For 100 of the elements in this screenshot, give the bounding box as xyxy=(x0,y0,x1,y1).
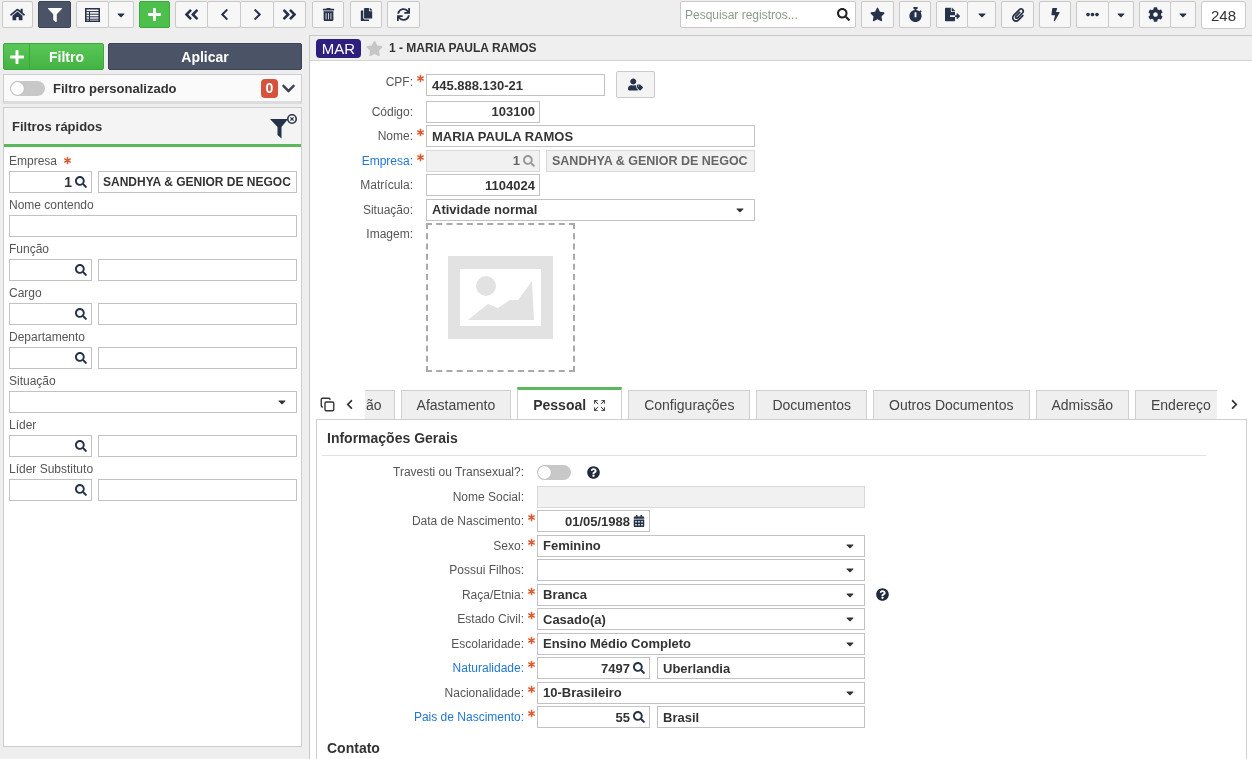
dropdown-field[interactable] xyxy=(537,559,865,581)
search-icon[interactable] xyxy=(837,8,850,21)
tab[interactable]: Documentos xyxy=(756,390,867,419)
bolt-icon xyxy=(1048,8,1062,21)
help-icon[interactable] xyxy=(587,465,600,479)
text-field[interactable]: 1104024 xyxy=(426,174,540,196)
previous-button[interactable] xyxy=(207,1,241,28)
field-label: Situação xyxy=(9,374,56,388)
duplicate-button[interactable] xyxy=(350,1,382,28)
code-field[interactable] xyxy=(9,259,92,281)
search-icon[interactable] xyxy=(633,711,645,723)
timer-button[interactable] xyxy=(899,1,931,28)
toggle-switch[interactable] xyxy=(537,464,571,480)
field-label: Nome: xyxy=(376,128,414,145)
dropdown-field[interactable]: 10-Brasileiro xyxy=(537,681,865,704)
settings-button[interactable] xyxy=(1139,1,1171,28)
double-chevron-left-icon xyxy=(183,6,200,23)
field-link[interactable]: Naturalidade: xyxy=(322,657,525,679)
field-label: Nome contendo xyxy=(9,198,94,212)
search-icon[interactable] xyxy=(75,352,87,364)
description-field[interactable] xyxy=(98,303,297,325)
field-label: Líder xyxy=(9,418,37,432)
code-field[interactable] xyxy=(9,479,92,501)
search-icon[interactable] xyxy=(75,308,87,320)
settings-icon xyxy=(1147,7,1163,22)
field-label: Possui Filhos: xyxy=(448,562,525,579)
code-field[interactable]: 1 xyxy=(9,171,92,193)
text-field[interactable]: MARIA PAULA RAMOS xyxy=(426,125,755,147)
text-field[interactable] xyxy=(9,215,297,237)
person-icon xyxy=(628,77,643,92)
dropdown-field[interactable] xyxy=(9,391,297,413)
add-button[interactable] xyxy=(139,1,170,28)
person-button[interactable] xyxy=(616,71,655,98)
next-button[interactable] xyxy=(240,1,274,28)
search-icon[interactable] xyxy=(75,176,87,188)
description-field[interactable] xyxy=(98,479,297,501)
quick-action-button[interactable] xyxy=(1039,1,1071,28)
code-field[interactable] xyxy=(9,435,92,457)
copy-icon[interactable] xyxy=(320,397,335,412)
delete-button[interactable] xyxy=(312,1,344,28)
attachment-button[interactable] xyxy=(1001,1,1034,28)
image-icon xyxy=(448,256,553,339)
grid-button[interactable] xyxy=(76,1,109,28)
filter-clear-icon[interactable] xyxy=(270,113,297,139)
expand-icon[interactable] xyxy=(593,398,607,412)
star-icon[interactable] xyxy=(366,39,383,57)
tab[interactable]: ão xyxy=(365,390,395,419)
code-field[interactable] xyxy=(9,347,92,369)
description-field[interactable]: SANDHYA & GENIOR DE NEGOC xyxy=(98,171,297,193)
description-field[interactable] xyxy=(98,435,297,457)
date-field[interactable]: 01/05/1988 xyxy=(537,510,650,532)
tab[interactable]: Configurações xyxy=(628,390,751,419)
search-icon[interactable] xyxy=(75,440,87,452)
tab[interactable]: Afastamento xyxy=(400,390,512,419)
section-title: Informações Gerais xyxy=(322,430,1206,456)
panel-title: Filtros rápidos xyxy=(12,118,103,134)
field-label: Nome Social: xyxy=(451,488,525,506)
description-field[interactable] xyxy=(98,347,297,369)
filter-button[interactable] xyxy=(38,1,71,28)
refresh-button[interactable] xyxy=(387,1,420,28)
calendar-icon[interactable] xyxy=(633,515,645,527)
dropdown-field[interactable]: Branca xyxy=(537,583,865,606)
apply-button[interactable]: Aplicar xyxy=(108,43,302,70)
field-link[interactable]: Pais de Nascimento: xyxy=(322,706,525,728)
last-button[interactable] xyxy=(273,1,306,28)
field-label: Estado Civil: xyxy=(456,611,525,628)
text-field[interactable]: 445.888.130-21 xyxy=(426,74,605,96)
field-label: Cargo xyxy=(9,286,42,300)
tab[interactable]: Endereço xyxy=(1134,390,1217,419)
code-field[interactable]: 55 xyxy=(537,706,650,728)
plus-icon xyxy=(8,48,25,65)
toggle-switch[interactable] xyxy=(10,80,45,96)
tab[interactable]: Admissão xyxy=(1035,390,1129,419)
code-field[interactable]: 7497 xyxy=(537,657,650,679)
description-field[interactable]: Brasil xyxy=(657,706,865,728)
description-field[interactable]: Uberlandia xyxy=(657,657,865,679)
home-button[interactable] xyxy=(2,1,33,28)
code-field[interactable] xyxy=(9,303,92,325)
description-field[interactable] xyxy=(98,259,297,281)
favorite-button[interactable] xyxy=(861,1,894,28)
dropdown-field[interactable]: Ensino Médio Completo xyxy=(537,632,865,655)
chevron-right-icon[interactable] xyxy=(1229,399,1240,410)
tab[interactable]: Outros Documentos xyxy=(873,390,1030,419)
field-label: Sexo: xyxy=(492,537,525,555)
search-icon[interactable] xyxy=(75,264,87,276)
first-button[interactable] xyxy=(175,1,208,28)
more-button[interactable] xyxy=(1076,1,1109,28)
export-button[interactable] xyxy=(936,1,968,28)
search-field[interactable]: Pesquisar registros... xyxy=(680,1,856,28)
text-field[interactable]: 103100 xyxy=(426,100,540,123)
search-icon[interactable] xyxy=(633,662,645,674)
dropdown-field[interactable]: Atividade normal xyxy=(426,198,755,221)
chevron-left-icon[interactable] xyxy=(344,399,355,410)
search-icon[interactable] xyxy=(75,484,87,496)
dropdown-field[interactable]: Casado(a) xyxy=(537,608,865,630)
field-label: Matrícula: xyxy=(359,177,414,194)
field-label: Função xyxy=(9,242,50,256)
tab[interactable]: Pessoal xyxy=(517,387,623,419)
help-icon[interactable] xyxy=(876,588,889,601)
dropdown-field[interactable]: Feminino xyxy=(537,534,865,557)
